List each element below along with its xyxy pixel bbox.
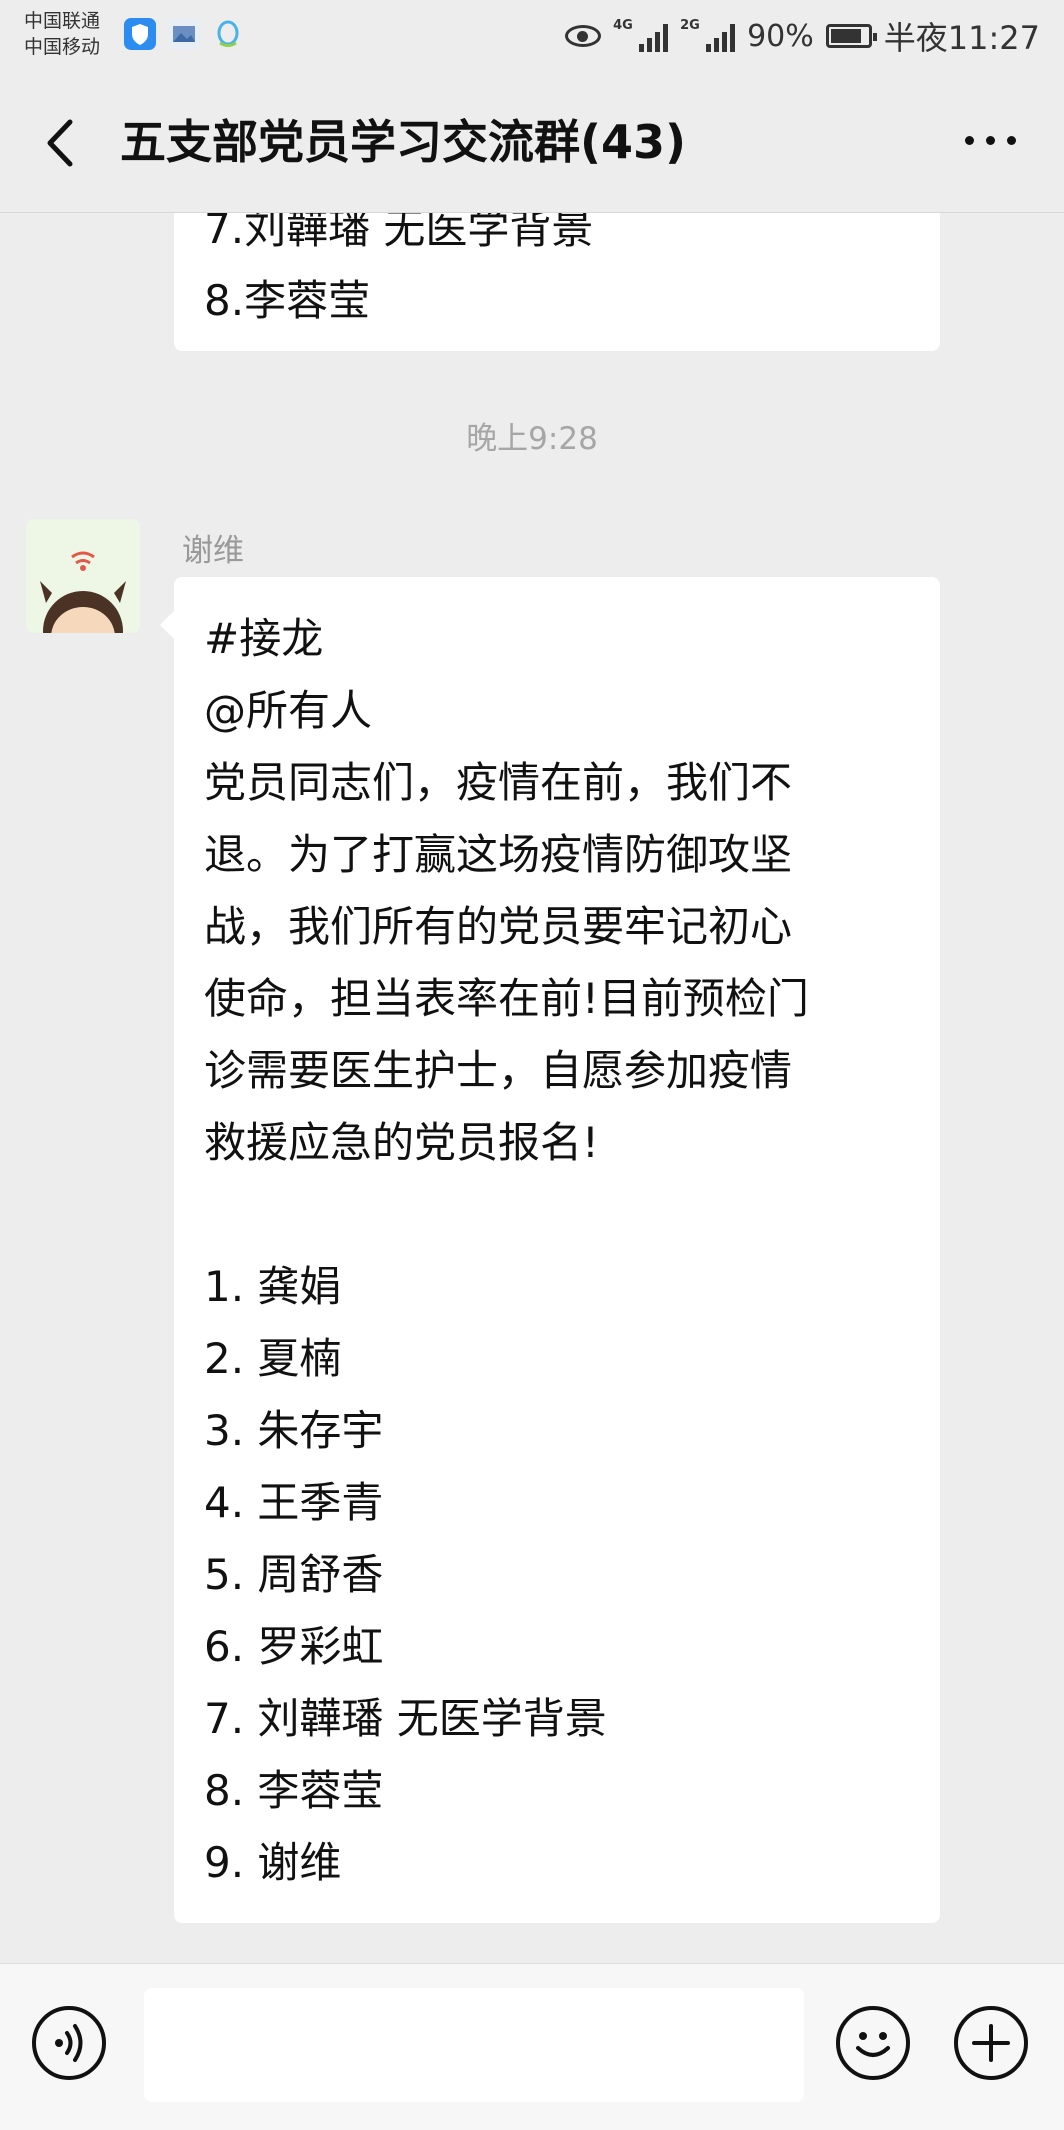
signup-item: 7. 刘韡璠 无医学背景 (204, 1694, 607, 1743)
signup-item: 3. 朱存宇 (204, 1406, 384, 1455)
message-bubble[interactable]: #接龙 @所有人 党员同志们，疫情在前，我们不 退。为了打赢这场疫情防御攻坚 战… (160, 577, 940, 1923)
chat-area[interactable]: 7.刘韡璠 无医学背景 8.李蓉莹 晚上9:28 谢维 #接龙 @所有人 党员同… (0, 213, 1064, 1963)
plus-icon (972, 2024, 1010, 2062)
signup-item: 1. 龚娟 (204, 1262, 342, 1311)
signal-icon: 4G (613, 18, 669, 52)
message-line-blank (204, 1179, 910, 1251)
sender-name: 谢维 (182, 533, 244, 569)
status-bar: 中国联通 中国移动 4G 2G 90% 半夜11:27 (0, 0, 1064, 72)
clock: 半夜11:27 (883, 19, 1040, 57)
smiley-icon (856, 2032, 890, 2057)
battery-percent: 90% (747, 18, 814, 54)
eye-icon (565, 25, 602, 47)
chat-header: 五支部党员学习交流群(43) (0, 72, 1064, 213)
back-button[interactable] (40, 118, 84, 168)
message-line: 8.李蓉莹 (204, 276, 371, 325)
message-line: 退。为了打赢这场疫情防御攻坚 (204, 830, 793, 879)
signal-icon-2: 2G (680, 18, 736, 52)
chevron-left-icon (47, 119, 73, 167)
plus-button[interactable] (954, 2006, 1028, 2080)
message-timestamp: 晚上9:28 (466, 421, 598, 457)
signup-item: 4. 王季青 (204, 1478, 384, 1527)
shield-icon (124, 18, 156, 50)
message-line: 救援应急的党员报名! (204, 1118, 599, 1167)
message-line: 战，我们所有的党员要牢记初心 (204, 902, 793, 951)
message-line: 使命，担当表率在前!目前预检门 (204, 974, 809, 1023)
qq-icon (212, 18, 244, 50)
signup-item: 6. 罗彩虹 (204, 1622, 384, 1671)
message-bubble-previous[interactable]: 7.刘韡璠 无医学背景 8.李蓉莹 (174, 213, 940, 351)
avatar[interactable] (26, 519, 140, 633)
emoji-button[interactable] (836, 2006, 910, 2080)
message-line: 党员同志们，疫情在前，我们不 (204, 758, 793, 807)
more-button[interactable] (965, 136, 1016, 145)
carrier-labels: 中国联通 中国移动 (24, 8, 100, 60)
voice-icon (55, 2024, 83, 2062)
status-right: 4G 2G 90% 半夜11:27 (565, 14, 1040, 58)
more-dots-icon (965, 136, 1016, 145)
signup-item: 5. 周舒香 (204, 1550, 384, 1599)
message-input[interactable] (144, 1988, 804, 2102)
message-line: #接龙 (204, 614, 324, 663)
voice-button[interactable] (32, 2006, 106, 2080)
image-icon (168, 18, 200, 50)
input-bar (0, 1963, 1064, 2130)
battery-icon (825, 24, 877, 48)
signup-item: 9. 谢维 (204, 1838, 342, 1887)
carrier-2: 中国移动 (24, 36, 101, 58)
message-line: 7.刘韡璠 无医学背景 (204, 213, 594, 253)
page-title: 五支部党员学习交流群(43) (120, 115, 687, 169)
signup-item: 2. 夏楠 (204, 1334, 342, 1383)
signup-item: 8. 李蓉莹 (204, 1766, 384, 1815)
carrier-1: 中国联通 (24, 10, 101, 32)
message-line: 诊需要医生护士，自愿参加疫情 (204, 1046, 793, 1095)
message-line: @所有人 (204, 686, 373, 735)
